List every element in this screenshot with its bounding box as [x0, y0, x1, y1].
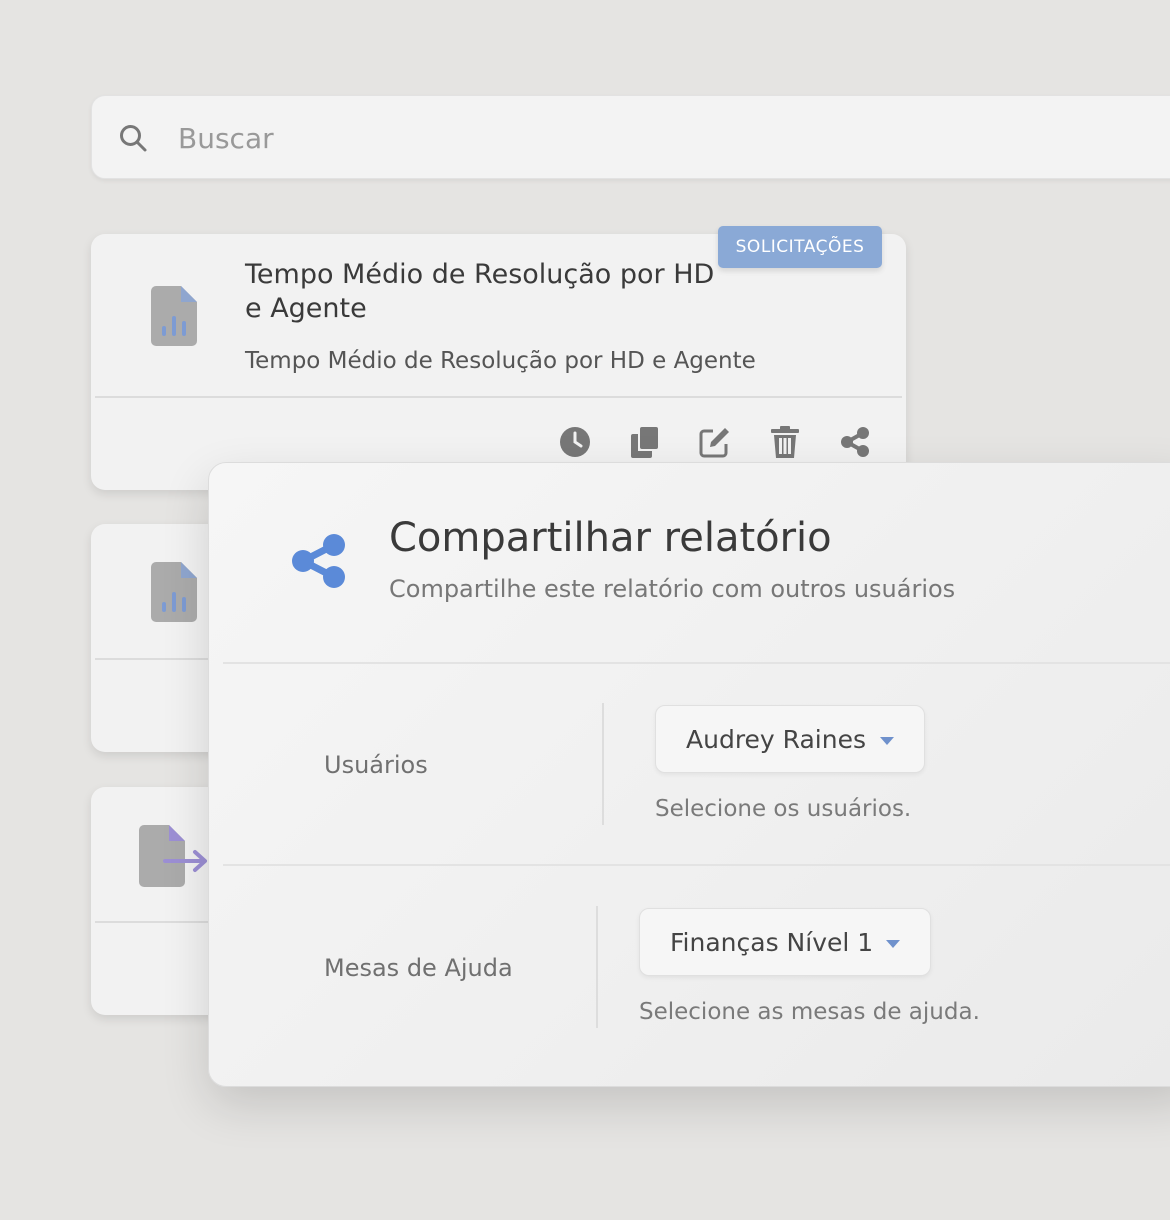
- help-desks-select[interactable]: Finanças Nível 1: [639, 908, 931, 976]
- section-divider: [223, 662, 1170, 664]
- share-icon: [841, 427, 869, 457]
- report-description: Tempo Médio de Resolução por HD e Agente: [245, 348, 756, 374]
- schedule-button[interactable]: [559, 426, 591, 458]
- report-card[interactable]: Tempo Médio de Resolução por HD e Agente…: [91, 226, 906, 490]
- users-select[interactable]: Audrey Raines: [655, 705, 925, 773]
- share-icon: [292, 534, 345, 588]
- edit-icon: [699, 428, 729, 458]
- users-hint: Selecione os usuários.: [655, 796, 912, 822]
- caret-down-icon: [880, 737, 894, 745]
- share-report-modal: Compartilhar relatório Compartilhe este …: [208, 462, 1170, 1087]
- search-icon: [120, 125, 147, 152]
- chart-document-icon: [151, 286, 197, 346]
- search-bar[interactable]: [91, 95, 1170, 179]
- users-select-value: Audrey Raines: [686, 724, 867, 754]
- field-divider: [602, 703, 604, 825]
- help-desks-label: Mesas de Ajuda: [324, 954, 513, 982]
- modal-subtitle: Compartilhe este relatório com outros us…: [389, 575, 956, 603]
- delete-button[interactable]: [769, 426, 801, 458]
- users-label: Usuários: [324, 751, 428, 779]
- card-divider: [95, 396, 902, 398]
- share-button[interactable]: [839, 426, 871, 458]
- help-desks-hint: Selecione as mesas de ajuda.: [639, 999, 980, 1025]
- export-document-icon: [139, 825, 207, 887]
- edit-button[interactable]: [699, 426, 731, 458]
- caret-down-icon: [886, 940, 900, 948]
- trash-icon: [771, 426, 799, 458]
- category-tag: SOLICITAÇÕES: [718, 226, 882, 268]
- chart-document-icon: [151, 562, 197, 622]
- clock-icon: [560, 427, 590, 457]
- report-title[interactable]: Tempo Médio de Resolução por HD e Agente: [245, 258, 715, 326]
- modal-title: Compartilhar relatório: [389, 515, 832, 561]
- help-desks-select-value: Finanças Nível 1: [670, 927, 874, 957]
- card-actions: [559, 424, 871, 460]
- copy-icon: [631, 427, 658, 458]
- field-divider: [596, 906, 598, 1028]
- section-divider: [223, 864, 1170, 866]
- duplicate-button[interactable]: [629, 426, 661, 458]
- search-input[interactable]: [178, 114, 1078, 162]
